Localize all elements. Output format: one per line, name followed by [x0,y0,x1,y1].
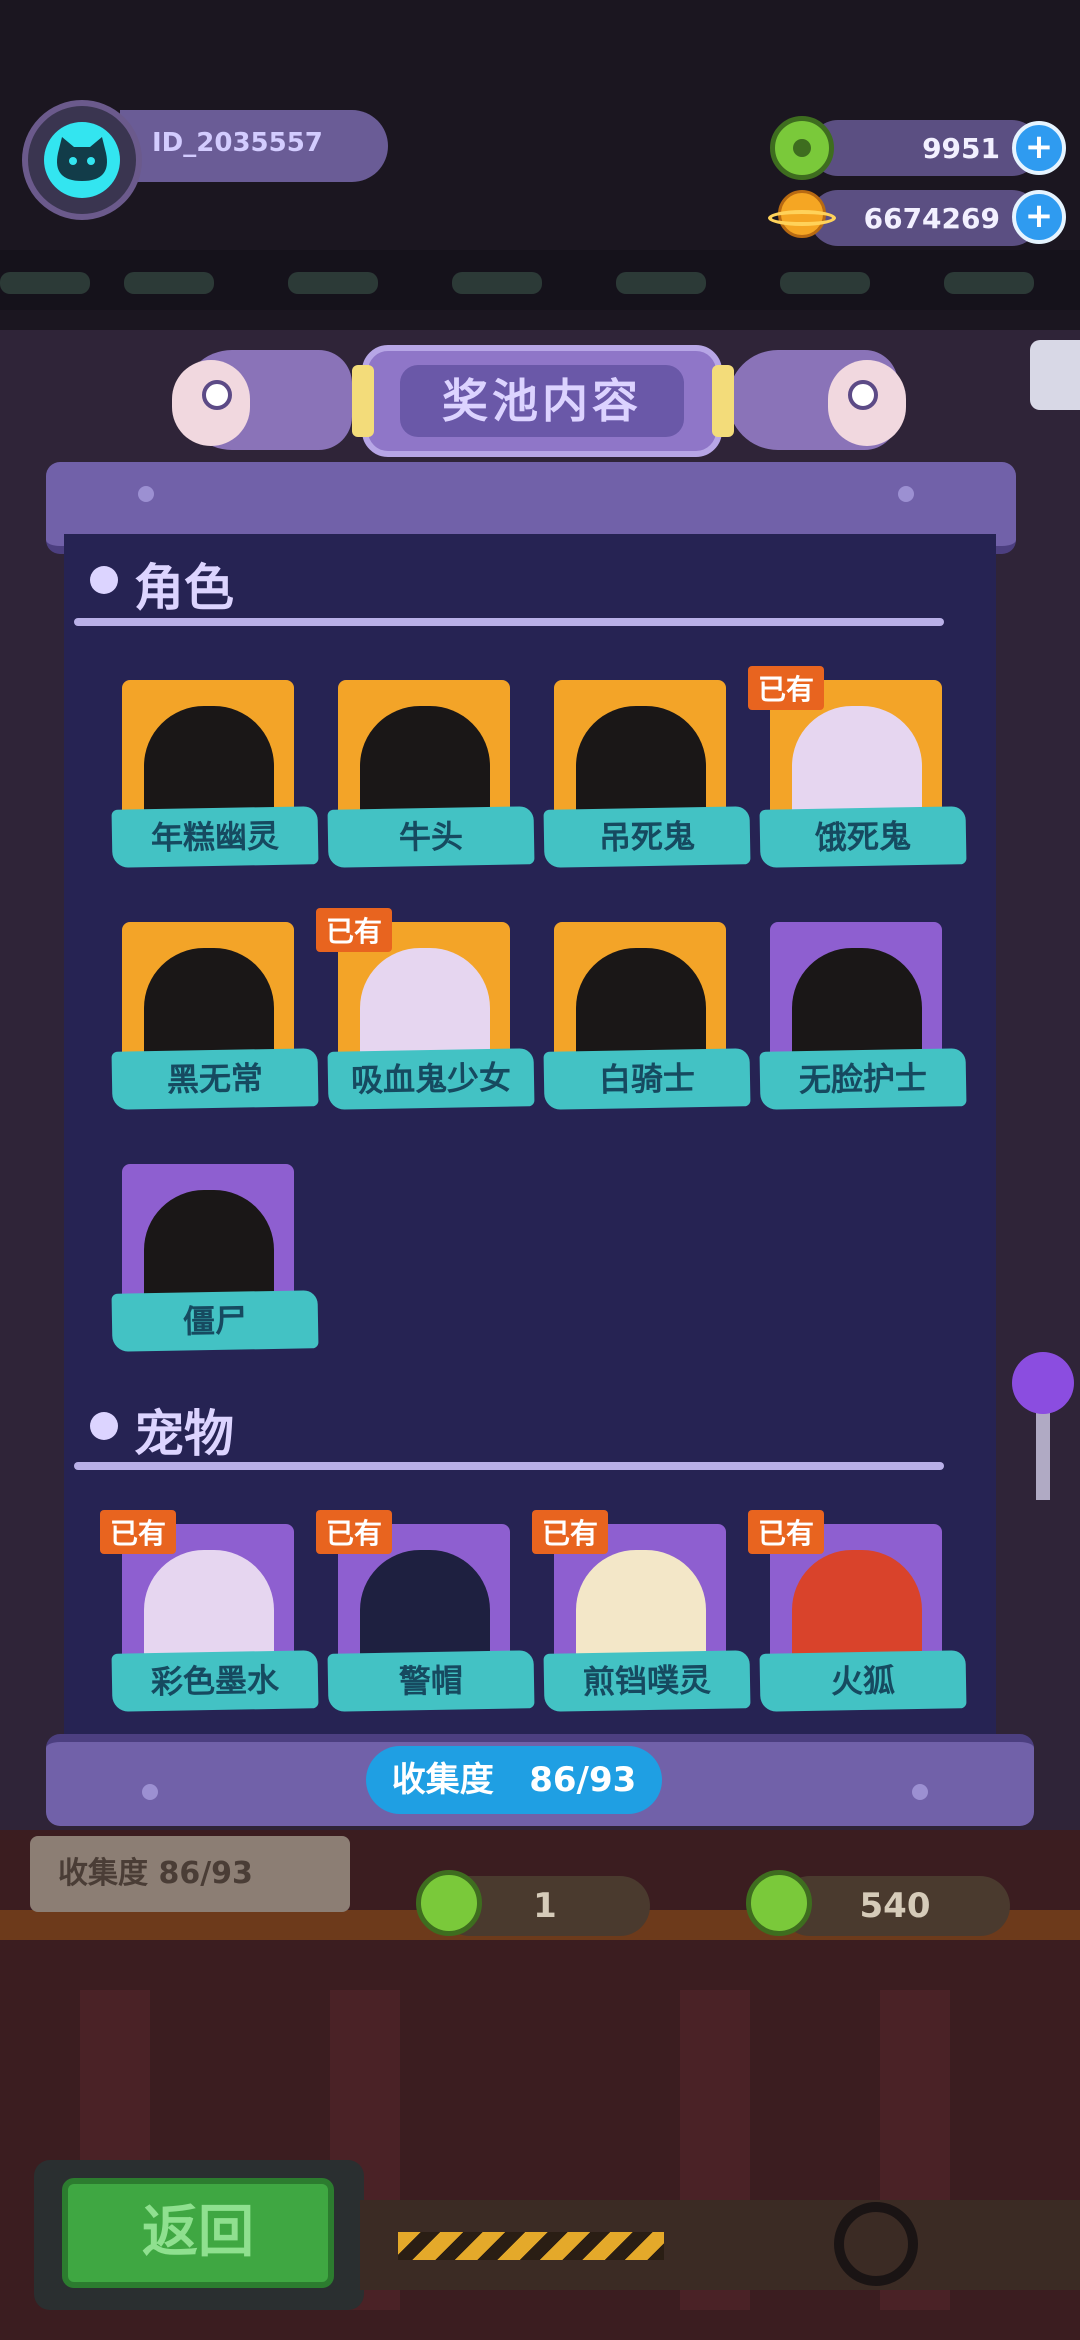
hazard-stripes [398,2232,664,2260]
donut-icon [746,1870,812,1936]
player-id: ID_2035557 [152,128,323,158]
character-name: 僵尸 [111,1290,319,1352]
scissors-icon[interactable] [1030,340,1080,410]
character-name: 白骑士 [543,1048,751,1110]
character-name: 饿死鬼 [759,806,967,868]
background-light [616,272,706,294]
character-name: 吊死鬼 [543,806,751,868]
pet-card[interactable]: 警帽 已有 [316,1510,535,1724]
multi-draw-cost: 540 [780,1876,1010,1936]
owned-badge: 已有 [532,1510,609,1554]
collection-value: 86/93 [529,1760,637,1800]
wheel-icon [834,2202,918,2286]
background-collection-box: 收集度 86/93 [30,1836,350,1912]
section-bullet [90,566,118,594]
character-name: 黑无常 [111,1048,319,1110]
owned-badge: 已有 [748,1510,825,1554]
character-card[interactable]: 牛头 [327,680,535,880]
character-name: 牛头 [327,806,535,868]
add-planet-button[interactable]: + [1012,190,1066,244]
lever-knob-icon [1012,1352,1074,1414]
page-title: 奖池内容 [400,365,684,437]
owned-badge: 已有 [748,666,825,710]
collection-progress: 收集度 86/93 [366,1746,662,1814]
planet-currency-icon [768,190,836,246]
pet-name: 煎铛噗灵 [543,1650,751,1712]
character-card[interactable]: 白骑士 [543,922,751,1122]
background-light [124,272,214,294]
background-light [452,272,542,294]
background-light [944,272,1034,294]
character-card[interactable]: 年糕幽灵 [111,680,319,880]
character-card[interactable]: 黑无常 [111,922,319,1122]
owned-badge: 已有 [316,1510,393,1554]
owned-badge: 已有 [316,908,393,952]
prize-pool-panel[interactable]: 角色 年糕幽灵 牛头 吊死鬼 饿死鬼 已有 黑无常 吸血鬼少女 已有 白骑士 无… [64,534,996,1734]
character-name: 无脸护士 [759,1048,967,1110]
banner-cap-left [352,365,374,437]
collection-label: 收集度 [391,1760,494,1800]
left-fish-decoration-icon [172,330,362,460]
donut-currency-value: 9951 [922,132,1000,165]
banner-cap-right [712,365,734,437]
pet-name: 彩色墨水 [111,1650,319,1712]
donut-currency-icon [770,116,834,180]
back-button[interactable]: 返回 [62,2178,334,2288]
planet-currency-value: 6674269 [863,202,1000,235]
cat-avatar-icon [44,122,120,198]
rivet [142,1784,158,1800]
pet-card[interactable]: 煎铛噗灵 已有 [532,1510,751,1724]
character-card[interactable]: 吊死鬼 [543,680,751,880]
right-fish-decoration-icon [718,330,908,460]
section-divider [74,618,944,626]
section-title-pets: 宠物 [134,1405,234,1463]
character-card[interactable]: 饿死鬼 已有 [748,666,967,880]
pet-name: 火狐 [759,1650,967,1712]
player-avatar[interactable] [22,100,142,220]
character-name: 吸血鬼少女 [327,1048,535,1110]
cucumber-icon [416,1870,482,1936]
lever-stick [1036,1410,1050,1500]
pet-name: 警帽 [327,1650,535,1712]
character-card[interactable]: 无脸护士 [759,922,967,1122]
character-card[interactable]: 吸血鬼少女 已有 [316,908,535,1122]
character-name: 年糕幽灵 [111,806,319,868]
section-divider [74,1462,944,1470]
rivet [898,486,914,502]
add-donut-button[interactable]: + [1012,121,1066,175]
rivet [912,1784,928,1800]
background-light [0,272,90,294]
pet-card[interactable]: 火狐 已有 [748,1510,967,1724]
section-bullet [90,1412,118,1440]
background-light [288,272,378,294]
character-card[interactable]: 僵尸 [111,1164,319,1364]
background-light [780,272,870,294]
section-title-characters: 角色 [134,559,234,617]
rivet [138,486,154,502]
pet-card[interactable]: 彩色墨水 已有 [100,1510,319,1724]
owned-badge: 已有 [100,1510,177,1554]
